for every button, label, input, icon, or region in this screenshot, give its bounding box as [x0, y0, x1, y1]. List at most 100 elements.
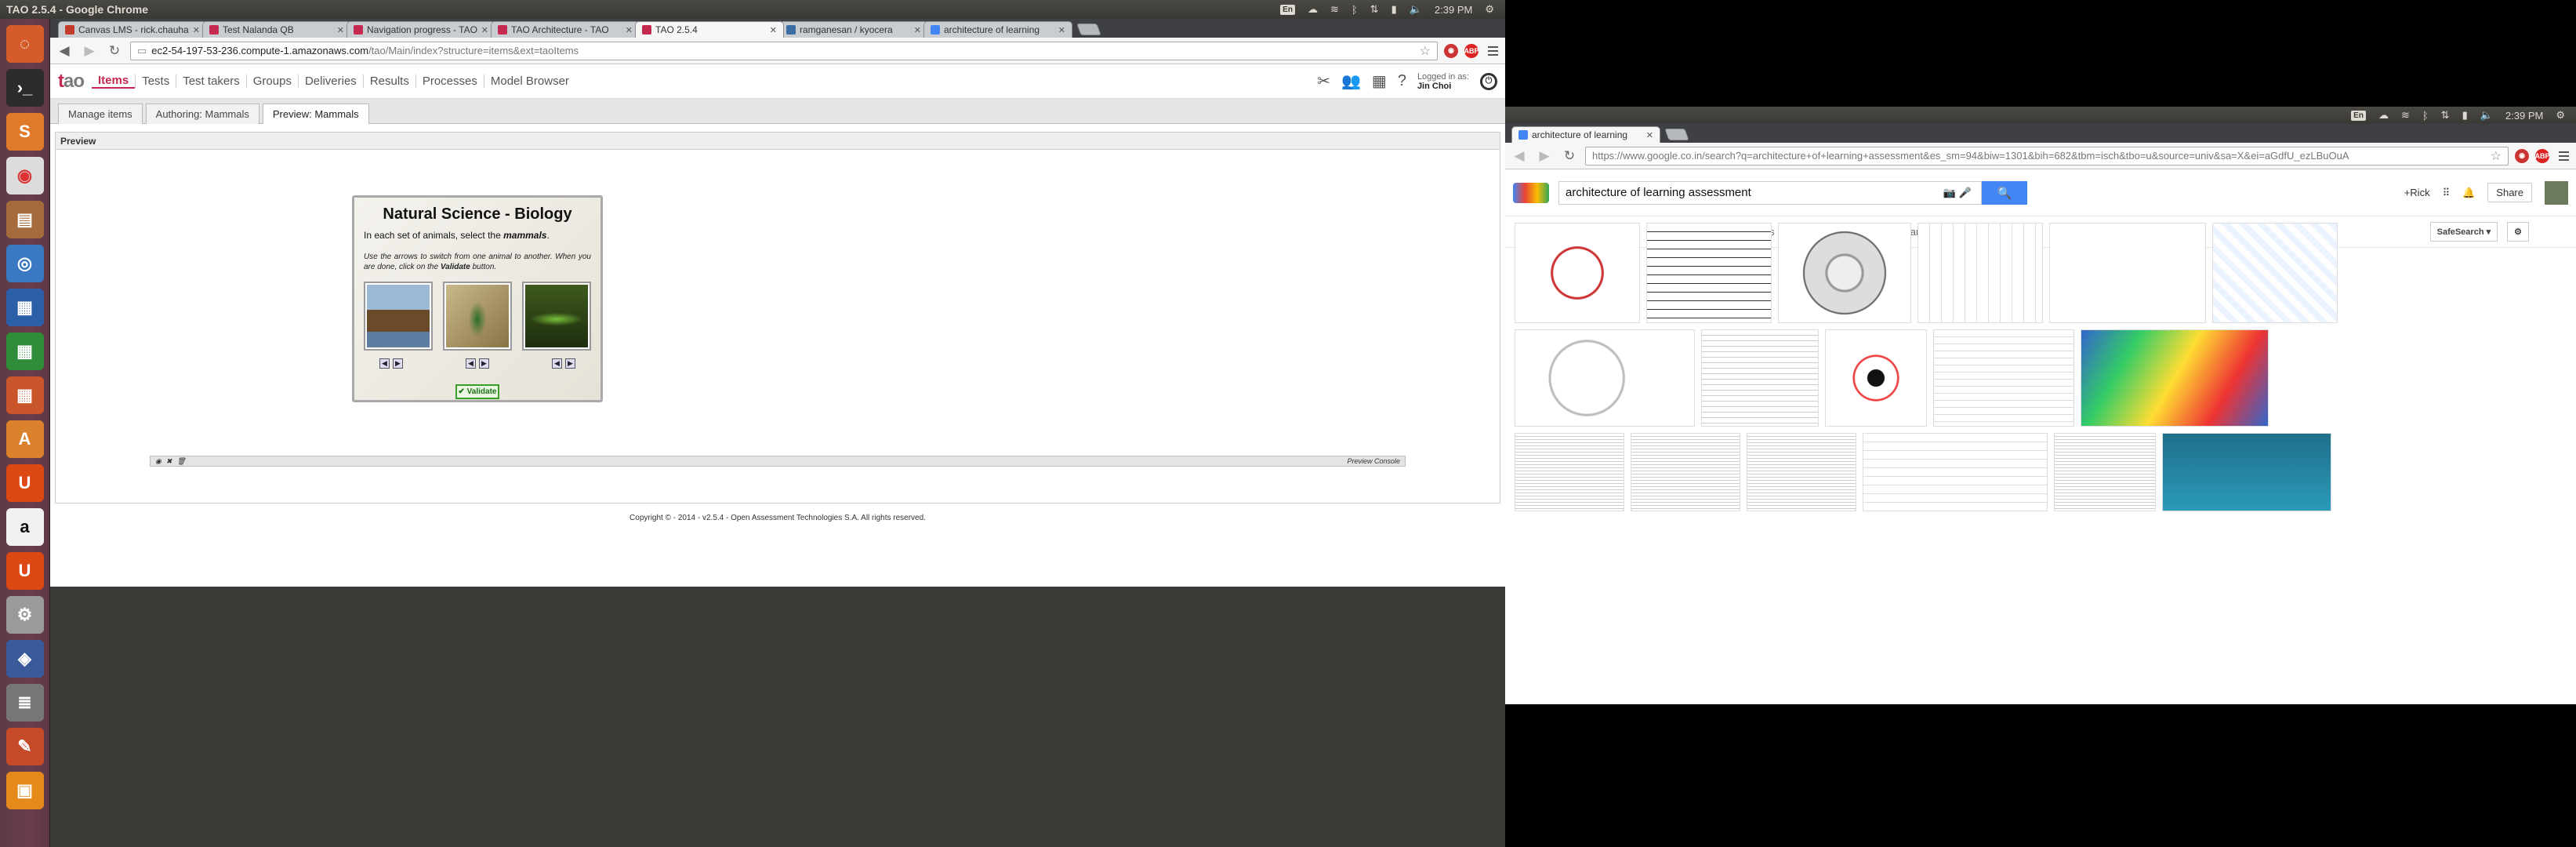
tao-logo[interactable]: ttaoao: [58, 71, 85, 93]
bookmark-star-icon[interactable]: ☆: [2491, 148, 2502, 164]
adblock-icon[interactable]: ABP: [1464, 43, 1479, 58]
tab-close-icon[interactable]: ✕: [626, 25, 633, 35]
browser-tab[interactable]: Test Nalanda QB ✕: [202, 21, 351, 38]
volume-icon[interactable]: 🔈: [1410, 3, 1422, 16]
browser-tab[interactable]: TAO 2.5.4 ✕: [635, 21, 784, 38]
storage-icon[interactable]: ▣: [5, 772, 44, 809]
image-result-thumbnail[interactable]: [1646, 223, 1772, 323]
camera-mic-icon[interactable]: 📷🎤: [1943, 187, 1975, 199]
address-bar-right[interactable]: https://www.google.co.in/search?q=archit…: [1585, 146, 2509, 165]
forward-icon[interactable]: ▶: [80, 42, 99, 60]
tab-close-icon[interactable]: ✕: [770, 25, 777, 35]
tab-close-icon[interactable]: ✕: [914, 25, 921, 35]
image-result-thumbnail[interactable]: [1933, 329, 2074, 427]
terminal-icon[interactable]: ›_: [5, 69, 44, 107]
tab-google-images[interactable]: architecture of learning ✕: [1511, 126, 1660, 143]
tab-close-icon[interactable]: ✕: [193, 25, 200, 35]
nav-test-takers[interactable]: Test takers: [176, 75, 246, 88]
wifi-icon[interactable]: ≋: [1330, 3, 1339, 16]
tools-icon[interactable]: ✂: [1317, 71, 1330, 91]
address-bar[interactable]: ▭ ec2-54-197-53-236.compute-1.amazonaws.…: [130, 41, 1438, 60]
files-icon[interactable]: ▤: [5, 201, 44, 238]
extension-icon[interactable]: ◉: [1444, 43, 1458, 58]
system-settings-icon[interactable]: ⚙: [5, 596, 44, 634]
bear-image[interactable]: [364, 282, 433, 351]
reload-icon[interactable]: ↻: [1560, 147, 1579, 165]
image-result-thumbnail[interactable]: [1701, 329, 1819, 427]
dash-icon[interactable]: ◌: [5, 25, 44, 63]
image-result-thumbnail[interactable]: [1631, 433, 1740, 511]
clock-right[interactable]: 2:39 PM: [2505, 110, 2543, 122]
battery-icon[interactable]: ▮: [2462, 109, 2468, 122]
nav-deliveries[interactable]: Deliveries: [297, 75, 363, 88]
logout-icon[interactable]: ⏻: [1480, 72, 1497, 90]
battery-icon[interactable]: ▮: [1391, 3, 1397, 16]
chrome-menu-icon[interactable]: [1485, 43, 1500, 59]
bluetooth-icon[interactable]: ᛒ: [1351, 4, 1358, 16]
browser-tab[interactable]: Navigation progress - TAO ✕: [346, 21, 495, 38]
image-result-thumbnail[interactable]: [1778, 223, 1911, 323]
nav-groups[interactable]: Groups: [245, 75, 298, 88]
sort-icon[interactable]: ⇅: [2441, 109, 2450, 122]
nav-items[interactable]: Items: [92, 74, 136, 89]
image-result-thumbnail[interactable]: [2054, 433, 2156, 511]
image-result-thumbnail[interactable]: [1917, 223, 2043, 323]
image-result-thumbnail[interactable]: [1825, 329, 1927, 427]
sort-icon[interactable]: ⇅: [1370, 3, 1379, 16]
bell-icon[interactable]: 🔔: [2462, 187, 2475, 199]
console-label[interactable]: Preview Console: [1347, 457, 1400, 465]
settings-icon[interactable]: ▦: [1372, 71, 1387, 91]
new-tab-button[interactable]: [1076, 24, 1101, 35]
trash-icon[interactable]: 🗑: [176, 457, 185, 466]
next-arrow-2-icon[interactable]: ▶: [479, 358, 489, 369]
adblock-icon[interactable]: ABP: [2535, 148, 2550, 163]
snake-image[interactable]: [522, 282, 591, 351]
browser-tab[interactable]: ramganesan / kyocera ✕: [779, 21, 928, 38]
next-arrow-1-icon[interactable]: ▶: [393, 358, 403, 369]
reload-icon[interactable]: ↻: [105, 42, 124, 60]
avatar[interactable]: [2545, 180, 2568, 205]
sublime-icon[interactable]: S: [5, 113, 44, 151]
search-input[interactable]: architecture of learning assessment 📷🎤: [1558, 180, 1982, 205]
gimp-icon[interactable]: ✎: [5, 728, 44, 765]
image-result-thumbnail[interactable]: [2162, 433, 2331, 511]
browser-tab[interactable]: architecture of learning ✕: [923, 21, 1072, 38]
ubuntu-one-icon[interactable]: U: [5, 464, 44, 502]
back-icon[interactable]: ◀: [55, 42, 74, 60]
volume-icon[interactable]: 🔈: [2480, 109, 2493, 122]
tab-close-icon[interactable]: ✕: [1058, 25, 1065, 35]
users-icon[interactable]: 👥: [1341, 71, 1361, 91]
nav-processes[interactable]: Processes: [415, 75, 484, 88]
subtab-1[interactable]: Authoring: Mammals: [145, 104, 259, 124]
extension-icon[interactable]: ◉: [2515, 148, 2529, 163]
image-result-thumbnail[interactable]: [1863, 433, 2048, 511]
tab-close-icon[interactable]: ✕: [337, 25, 344, 35]
nav-tests[interactable]: Tests: [135, 75, 176, 88]
google-doodle-logo[interactable]: [1513, 182, 1549, 203]
keyboard-layout-indicator-right[interactable]: En: [2351, 110, 2366, 121]
calc-icon[interactable]: ▦: [5, 333, 44, 370]
chrome-icon[interactable]: ◉: [5, 157, 44, 194]
amazon-icon[interactable]: a: [5, 508, 44, 546]
disks-icon[interactable]: ≣: [5, 684, 44, 722]
play-icon[interactable]: ◉: [155, 457, 161, 466]
prev-arrow-3-icon[interactable]: ◀: [552, 358, 562, 369]
writer-icon[interactable]: ▦: [5, 289, 44, 326]
impress-icon[interactable]: ▦: [5, 376, 44, 414]
tab-close-icon[interactable]: ✕: [481, 25, 488, 35]
image-result-thumbnail[interactable]: [2081, 329, 2269, 427]
clock[interactable]: 2:39 PM: [1435, 4, 1472, 16]
gear-icon[interactable]: ⚙: [2556, 109, 2565, 122]
keyboard-layout-indicator[interactable]: En: [1280, 4, 1295, 15]
beetle-image[interactable]: [443, 282, 512, 351]
next-arrow-3-icon[interactable]: ▶: [565, 358, 575, 369]
subtab-0[interactable]: Manage items: [58, 104, 143, 124]
chrome-menu-icon[interactable]: [2556, 148, 2571, 164]
prev-arrow-2-icon[interactable]: ◀: [466, 358, 476, 369]
software-center-icon[interactable]: A: [5, 420, 44, 458]
image-result-thumbnail[interactable]: [1515, 433, 1624, 511]
validate-button[interactable]: ✔ Validate: [455, 384, 499, 399]
bookmark-star-icon[interactable]: ☆: [1420, 43, 1431, 59]
user-link[interactable]: +Rick: [2404, 187, 2430, 198]
share-button[interactable]: Share: [2487, 183, 2532, 202]
